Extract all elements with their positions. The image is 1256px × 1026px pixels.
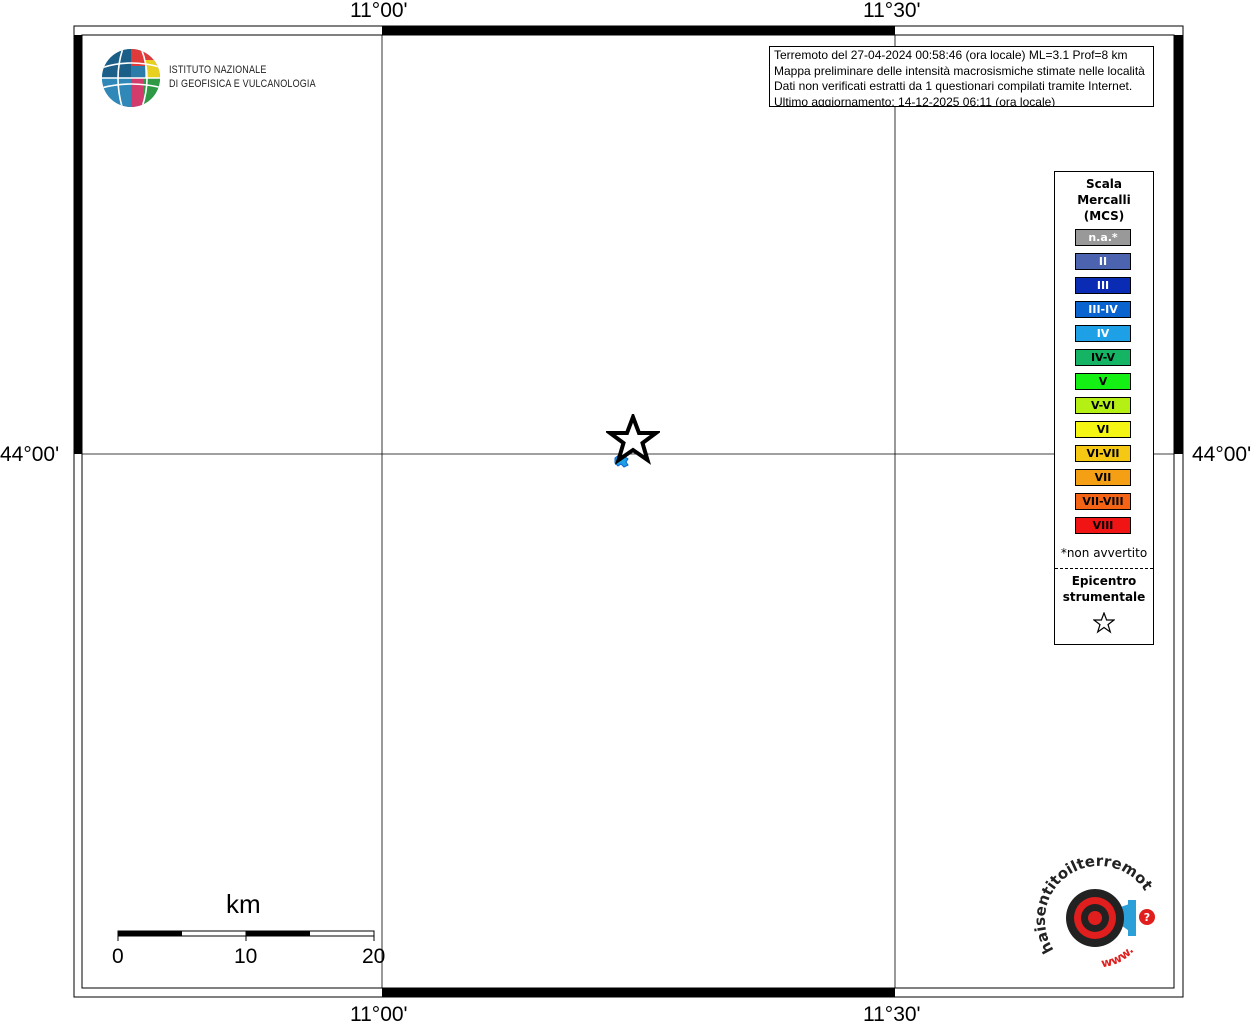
scalebar-tick-20: 20 bbox=[362, 945, 386, 968]
label-lon-top-left: 11°00' bbox=[350, 0, 408, 22]
star-outline-icon bbox=[1093, 612, 1115, 634]
legend-item: II bbox=[1075, 253, 1131, 270]
legend-title-line1: Scala bbox=[1085, 177, 1123, 191]
legend-item: V bbox=[1075, 373, 1131, 390]
legend-item: IV bbox=[1075, 325, 1131, 342]
legend-title-line3: (MCS) bbox=[1083, 209, 1125, 223]
frame-bar-bottom bbox=[382, 988, 895, 997]
legend-footnote: *non avvertito bbox=[1060, 546, 1148, 560]
svg-text:?: ? bbox=[1144, 911, 1150, 924]
scalebar-tick-10: 10 bbox=[234, 945, 258, 968]
frame-bar-left bbox=[74, 35, 82, 454]
legend-item: IV-V bbox=[1075, 349, 1131, 366]
frame-inner bbox=[81, 34, 1175, 989]
legend-epicenter-line1: Epicentro bbox=[1071, 574, 1137, 588]
legend-item: VII bbox=[1075, 469, 1131, 486]
legend-item: III bbox=[1075, 277, 1131, 294]
badge-text-bottom: www. bbox=[1100, 943, 1136, 970]
frame-bar-right bbox=[1174, 35, 1183, 454]
label-lon-top-right: 11°30' bbox=[863, 0, 921, 22]
legend-title-line2: Mercalli bbox=[1077, 193, 1131, 207]
legend-item: VI-VII bbox=[1075, 445, 1131, 462]
legend-item: n.a.* bbox=[1075, 229, 1131, 246]
epicenter-star-icon[interactable] bbox=[606, 414, 660, 466]
scalebar-unit-label: km bbox=[226, 889, 261, 919]
haisentito-logo-icon[interactable]: ? haisentitoilterremoto.it www. bbox=[1032, 855, 1162, 980]
legend-epicenter-line2: strumentale bbox=[1062, 590, 1146, 604]
info-line-3: Dati non verificati estratti da 1 questi… bbox=[774, 79, 1133, 93]
scalebar bbox=[117, 930, 375, 941]
legend-item: VIII bbox=[1075, 517, 1131, 534]
frame-bar-top bbox=[382, 26, 895, 35]
label-lat-right: 44°00' bbox=[1192, 443, 1252, 466]
legend-item: V-VI bbox=[1075, 397, 1131, 414]
legend-item: III-IV bbox=[1075, 301, 1131, 318]
ingv-globe-logo-icon bbox=[102, 49, 160, 107]
legend-divider bbox=[1055, 568, 1153, 569]
label-lat-left: 44°00' bbox=[0, 443, 60, 466]
ingv-logo-text: ISTITUTO NAZIONALE DI GEOFISICA E VULCAN… bbox=[169, 63, 316, 91]
label-lon-bottom-left: 11°00' bbox=[350, 1003, 408, 1026]
svg-text:www.: www. bbox=[1100, 943, 1136, 970]
ingv-logo-line1: ISTITUTO NAZIONALE bbox=[169, 64, 267, 76]
scalebar-tick-0: 0 bbox=[112, 945, 124, 968]
event-info-box: Terremoto del 27-04-2024 00:58:46 (ora l… bbox=[769, 46, 1154, 107]
info-line-1: Terremoto del 27-04-2024 00:58:46 (ora l… bbox=[774, 48, 1128, 62]
info-line-2: Mappa preliminare delle intensità macros… bbox=[774, 63, 1145, 78]
label-lon-bottom-right: 11°30' bbox=[863, 1003, 921, 1026]
info-line-4: Ultimo aggiornamento: 14-12-2025 06:11 (… bbox=[774, 94, 1056, 107]
legend-item: VI bbox=[1075, 421, 1131, 438]
ingv-logo-line2: DI GEOFISICA E VULCANOLOGIA bbox=[169, 78, 316, 90]
mcs-legend: Scala Mercalli (MCS) n.a.* II III III-IV IV I… bbox=[1054, 171, 1154, 645]
legend-item: VII-VIII bbox=[1075, 493, 1131, 510]
